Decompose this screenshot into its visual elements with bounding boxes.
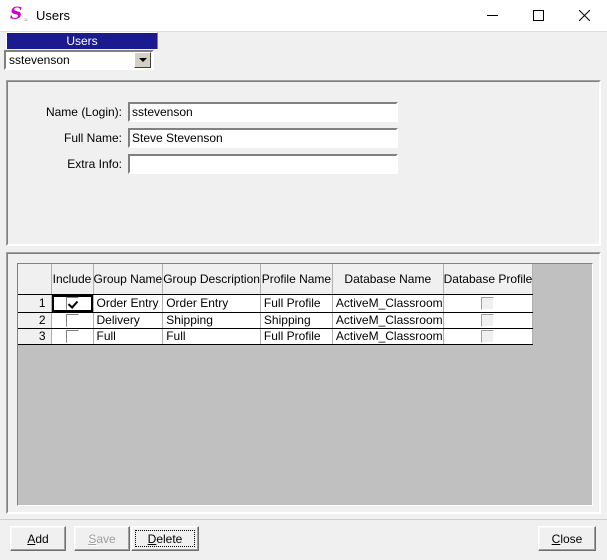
- column-header-include[interactable]: Include: [51, 264, 94, 295]
- label-full-name: Full Name:: [63, 131, 122, 145]
- column-header-database-name[interactable]: Database Name: [332, 264, 444, 295]
- user-select-combo[interactable]: sstevenson: [4, 50, 154, 70]
- row-number[interactable]: 2: [18, 312, 52, 329]
- window-controls: [469, 0, 607, 31]
- cell-include[interactable]: [51, 294, 94, 313]
- cell-profile-name[interactable]: Shipping: [260, 312, 333, 329]
- field-row-fullname: Full Name:: [24, 128, 398, 148]
- app-icon-marks: ≈: [24, 16, 28, 24]
- user-select-value: sstevenson: [9, 53, 70, 67]
- cell-group-name[interactable]: Order Entry: [93, 294, 164, 313]
- cell-database-name[interactable]: ActiveM_Classroom: [332, 328, 444, 345]
- database-profile-checkbox[interactable]: [481, 330, 495, 343]
- table-row[interactable]: 1 Order Entry Order Entry Full Profile A…: [18, 294, 534, 313]
- delete-button-focus-ring: [135, 530, 195, 547]
- add-button-label: dd: [35, 531, 49, 546]
- column-header-profile-name[interactable]: Profile Name: [260, 264, 333, 295]
- cell-database-profile[interactable]: [443, 312, 534, 329]
- user-details-panel-inner: Name (Login): Full Name: Extra Info:: [7, 81, 600, 245]
- include-checkbox[interactable]: [65, 296, 79, 310]
- column-header-database-profile[interactable]: Database Profile: [443, 264, 534, 295]
- close-icon[interactable]: [561, 0, 607, 31]
- label-name-login: Name (Login):: [45, 105, 122, 119]
- title-bar: S ≈ Users: [0, 0, 607, 32]
- full-name-input[interactable]: [128, 128, 398, 148]
- database-profile-checkbox[interactable]: [481, 314, 495, 327]
- minimize-icon[interactable]: [469, 0, 515, 31]
- cell-database-profile[interactable]: [443, 328, 534, 345]
- maximize-icon[interactable]: [515, 0, 561, 31]
- close-button[interactable]: Close: [538, 526, 596, 551]
- tab-users-label: Users: [66, 34, 98, 48]
- save-button: Save: [74, 526, 130, 551]
- label-extra-info: Extra Info:: [67, 157, 122, 171]
- tab-users[interactable]: Users: [6, 32, 158, 49]
- database-profile-checkbox[interactable]: [481, 297, 495, 311]
- extra-info-input[interactable]: [128, 154, 398, 174]
- app-s-icon: S ≈: [10, 3, 28, 24]
- table-row[interactable]: 3 Full Full Full Profile ActiveM_Classro…: [18, 328, 534, 345]
- field-row-login: Name (Login):: [24, 102, 398, 122]
- table-row[interactable]: 2 Delivery Shipping Shipping ActiveM_Cla…: [18, 312, 534, 329]
- cell-group-description[interactable]: Shipping: [162, 312, 261, 329]
- chevron-down-icon[interactable]: [134, 52, 151, 68]
- cell-group-description[interactable]: Full: [162, 328, 261, 345]
- groups-panel: Include Group Name Group Description Pro…: [6, 252, 601, 514]
- cell-include[interactable]: [51, 312, 94, 329]
- include-cell-selection: [51, 294, 92, 311]
- include-checkbox[interactable]: [65, 330, 79, 343]
- close-button-label: lose: [560, 531, 583, 546]
- cell-profile-name[interactable]: Full Profile: [260, 328, 333, 345]
- cell-group-name[interactable]: Delivery: [93, 312, 164, 329]
- column-header-group-name[interactable]: Group Name: [93, 264, 164, 295]
- groups-panel-inner: Include Group Name Group Description Pro…: [7, 253, 600, 513]
- delete-button[interactable]: Delete: [131, 526, 199, 551]
- column-header-group-description[interactable]: Group Description: [162, 264, 261, 295]
- save-button-label: ave: [96, 531, 116, 546]
- window-title: Users: [36, 8, 70, 23]
- include-checkbox[interactable]: [65, 314, 79, 327]
- cell-database-profile[interactable]: [443, 294, 534, 313]
- name-login-input[interactable]: [128, 102, 398, 122]
- row-number[interactable]: 1: [18, 294, 52, 313]
- groups-grid-area[interactable]: Include Group Name Group Description Pro…: [17, 263, 593, 506]
- cell-group-description[interactable]: Order Entry: [162, 294, 261, 313]
- table-header-row: Include Group Name Group Description Pro…: [18, 264, 534, 295]
- cell-profile-name[interactable]: Full Profile: [260, 294, 333, 313]
- field-row-extra-info: Extra Info:: [24, 154, 398, 174]
- cell-database-name[interactable]: ActiveM_Classroom: [332, 294, 444, 313]
- app-icon-letter: S: [10, 3, 23, 24]
- row-number[interactable]: 3: [18, 328, 52, 345]
- cell-include[interactable]: [51, 328, 94, 345]
- groups-table[interactable]: Include Group Name Group Description Pro…: [18, 264, 534, 345]
- cell-group-name[interactable]: Full: [93, 328, 164, 345]
- user-details-panel: Name (Login): Full Name: Extra Info:: [6, 80, 601, 246]
- add-button[interactable]: Add: [10, 526, 66, 551]
- cell-database-name[interactable]: ActiveM_Classroom: [332, 312, 444, 329]
- table-corner-header[interactable]: [18, 264, 52, 295]
